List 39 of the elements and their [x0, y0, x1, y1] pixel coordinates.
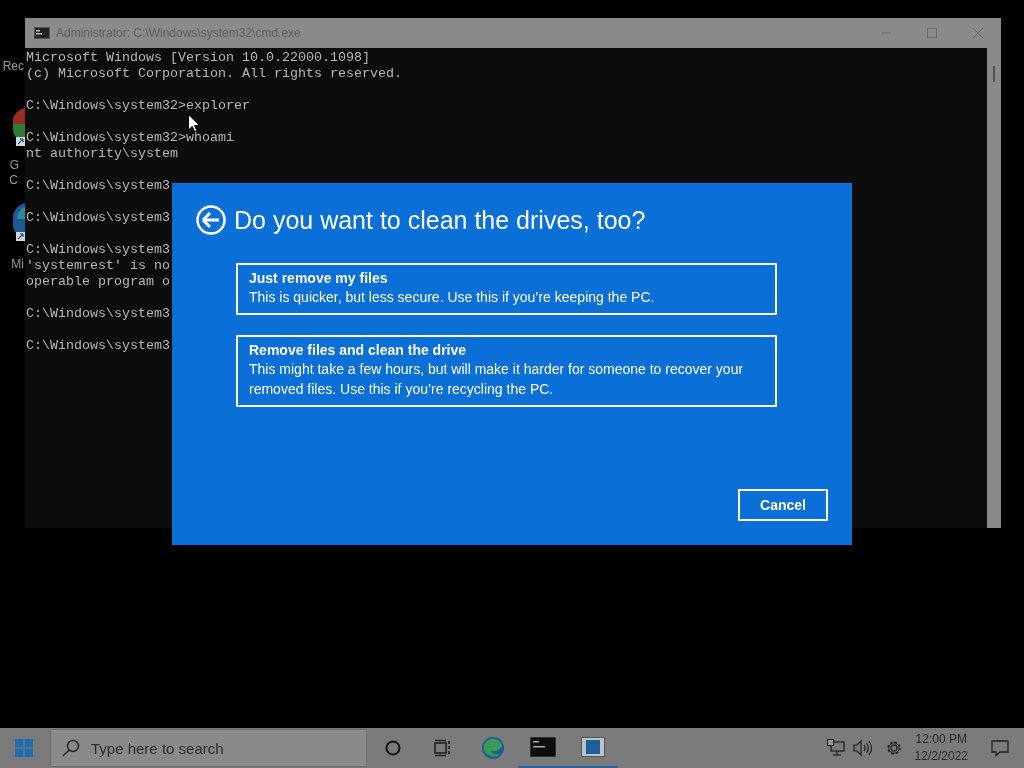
console-icon — [530, 737, 556, 757]
window-icon — [581, 737, 605, 757]
console-line: C:\Windows\system3 — [26, 210, 170, 226]
speaker-icon — [852, 739, 873, 757]
console-line: C:\Windows\system3 — [26, 242, 170, 258]
browser-icon — [481, 736, 505, 760]
circle-icon — [385, 740, 401, 756]
console-line: operable program o — [26, 274, 170, 290]
console-line: C:\Windows\system3 — [26, 306, 170, 322]
windows-logo-icon — [15, 739, 33, 757]
icon-label: Mi — [11, 257, 24, 272]
icon-label: Rec — [2, 59, 24, 74]
console-icon — [34, 27, 50, 39]
close-icon — [973, 28, 983, 38]
console-line: C:\Windows\system32>explorer — [26, 98, 250, 114]
search-icon — [62, 739, 80, 757]
console-line: C:\Windows\system3 — [26, 338, 170, 354]
icon-label: G — [9, 158, 19, 173]
console-line: (c) Microsoft Corporation. All rights reserved. — [26, 66, 402, 82]
console-line: nt authority\system — [26, 146, 178, 162]
icon-label: C — [9, 173, 18, 188]
clock[interactable]: 12:00 PM 12/2/2022 — [906, 728, 976, 768]
maximize-icon — [927, 28, 937, 38]
option-button[interactable]: Just remove my files This is quicker, but less secure. Use this if you’re keeping the PC. — [236, 263, 777, 315]
cancel-button[interactable]: Cancel — [738, 489, 828, 521]
console-line: 'systemrest' is no — [26, 258, 170, 274]
network-icon — [826, 739, 845, 757]
console-line: C:\Windows\system3 — [26, 178, 170, 194]
settings-icon — [884, 739, 903, 757]
scroll-thumb[interactable] — [993, 66, 995, 82]
console-line: Microsoft Windows [Version 10.0.22000.1098] — [26, 50, 370, 66]
task-view-icon — [434, 739, 452, 757]
dialog-title: Do you want to clean the drives, too? — [234, 205, 646, 235]
search-field[interactable]: Type here to search — [50, 729, 367, 767]
pointer-icon — [188, 114, 200, 133]
console-line: C:\Windows\system32>whoami — [26, 130, 234, 146]
back-icon[interactable] — [196, 205, 226, 235]
option-button[interactable]: Remove files and clean the drive This might take a few hours, but will make it harder for someone to recover your removed files. Use this if you’re recycling the PC. — [236, 335, 777, 407]
chat-bubble-icon — [991, 739, 1009, 757]
